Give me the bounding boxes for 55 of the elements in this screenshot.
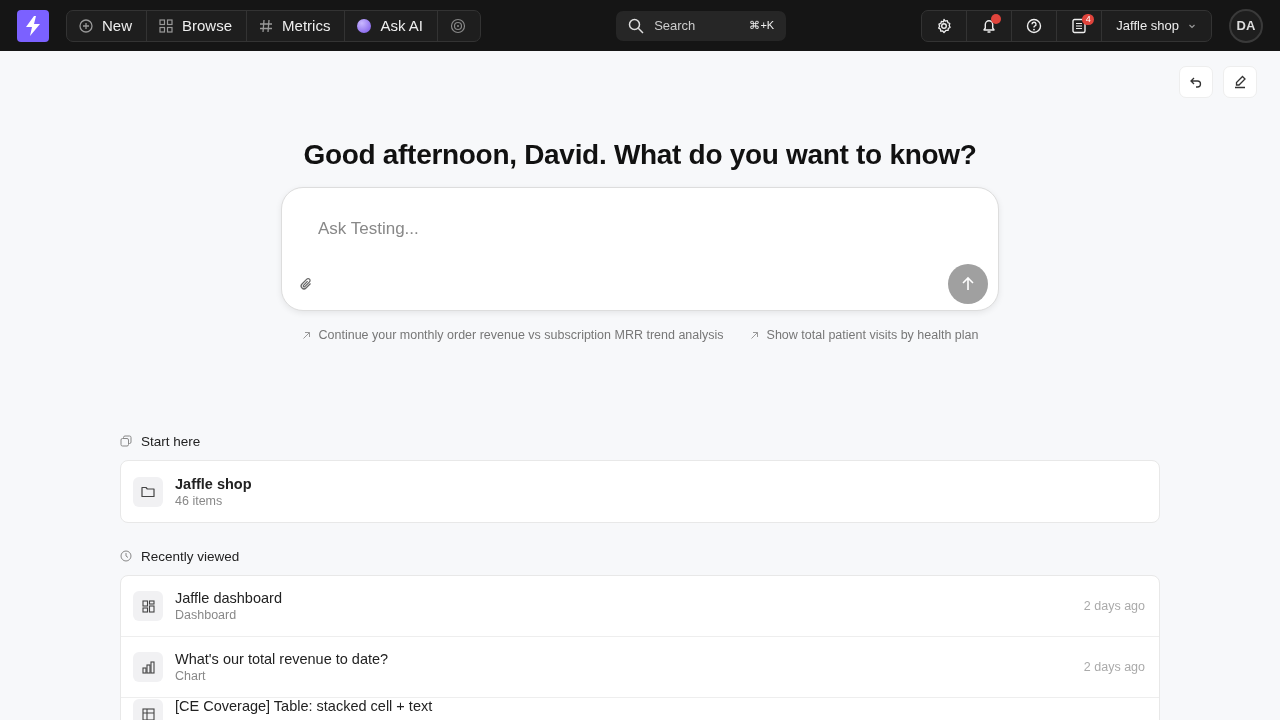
recent-item[interactable]: [CE Coverage] Table: stacked cell + text xyxy=(121,698,1159,720)
grid-icon xyxy=(159,18,173,33)
bar-chart-icon xyxy=(133,652,163,682)
undo-icon xyxy=(1189,75,1203,89)
recent-item[interactable]: Jaffle dashboard Dashboard 2 days ago xyxy=(121,576,1159,637)
edit-button[interactable] xyxy=(1223,66,1257,98)
suggestion-link[interactable]: Show total patient visits by health plan xyxy=(749,328,979,342)
folder-icon xyxy=(133,476,163,507)
collection-item[interactable]: Jaffle shop 46 items xyxy=(121,461,1159,522)
search-input[interactable]: Search xyxy=(652,17,742,34)
undo-button[interactable] xyxy=(1179,66,1213,98)
suggestion-link[interactable]: Continue your monthly order revenue vs subscription MRR trend analysis xyxy=(301,328,724,342)
item-count: 46 items xyxy=(175,493,224,508)
orb-icon xyxy=(357,18,372,33)
nav-button[interactable]: Ask AI xyxy=(345,10,438,41)
item-name: Jaffle dashboard xyxy=(175,590,283,606)
nav-button[interactable]: Metrics xyxy=(247,10,346,41)
user-avatar[interactable]: DA xyxy=(1229,8,1263,43)
greeting-heading: Good afternoon, David. What do you want to know? xyxy=(302,138,978,171)
item-name: [CE Coverage] Table: stacked cell + text xyxy=(175,699,434,714)
settings-icon xyxy=(936,17,953,34)
paperclip-icon[interactable] xyxy=(299,277,313,291)
arrow-up-right-icon xyxy=(301,330,311,340)
copy-icon xyxy=(120,435,132,447)
section-title: Recently viewed xyxy=(141,548,240,564)
search-field[interactable]: Search ⌘+K xyxy=(616,10,787,41)
documents-button[interactable]: 4 xyxy=(1057,10,1103,41)
dashboard-icon xyxy=(133,591,163,621)
arrow-up-right-icon xyxy=(749,330,759,340)
hash-icon xyxy=(259,18,274,33)
shortcut-hint: ⌘+K xyxy=(749,19,775,32)
nav-button[interactable]: New xyxy=(67,10,147,41)
bell-icon xyxy=(981,17,998,34)
plus-icon xyxy=(79,18,93,33)
section-title: Start here xyxy=(141,433,201,449)
app-logo[interactable] xyxy=(17,9,49,42)
item-type: Chart xyxy=(175,669,207,683)
clock-icon xyxy=(120,550,132,562)
document-icon xyxy=(1072,17,1087,34)
target-icon xyxy=(449,17,466,34)
nav-button[interactable]: Browse xyxy=(147,10,248,41)
send-button[interactable] xyxy=(948,264,988,304)
search-icon xyxy=(628,17,645,34)
item-name: Jaffle shop xyxy=(175,475,253,492)
timestamp: 2 days ago xyxy=(1083,660,1145,674)
recent-item[interactable]: What's our total revenue to date? Chart 2 days ago xyxy=(121,637,1159,698)
ask-field[interactable]: Ask Testing... xyxy=(281,187,999,311)
help-icon xyxy=(1026,17,1043,34)
item-type: Dashboard xyxy=(175,608,238,622)
workspace-dropdown[interactable]: Jaffle shop xyxy=(1102,10,1211,41)
timestamp: 2 days ago xyxy=(1083,599,1145,613)
arrow-up-icon xyxy=(960,276,976,292)
item-name: What's our total revenue to date? xyxy=(175,651,390,667)
count-badge: 4 xyxy=(1082,13,1095,25)
edit-icon xyxy=(1233,75,1247,89)
